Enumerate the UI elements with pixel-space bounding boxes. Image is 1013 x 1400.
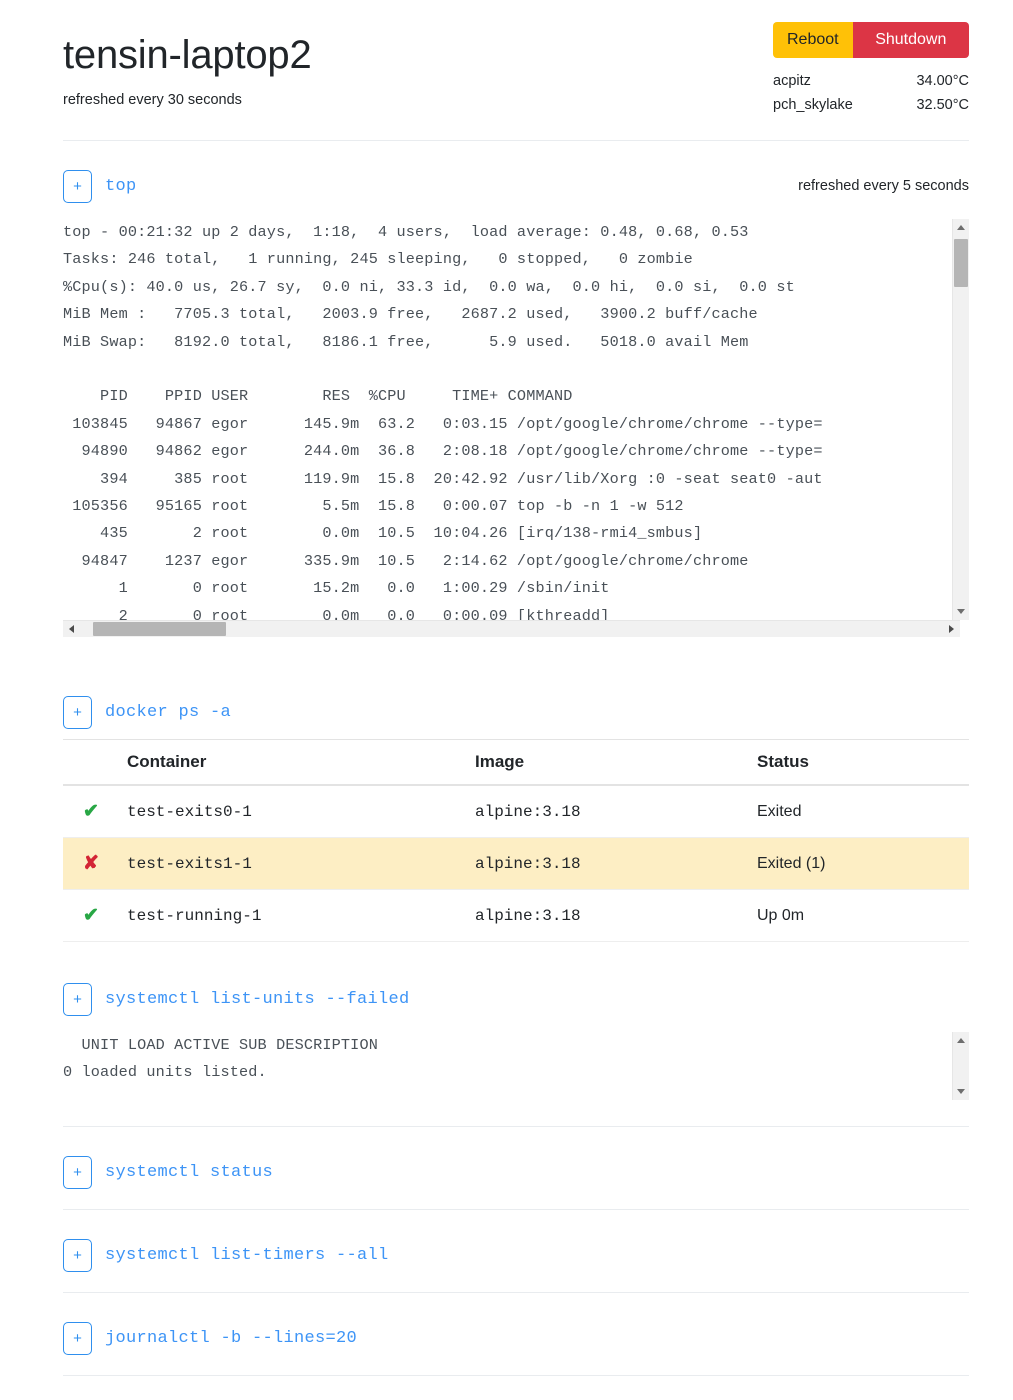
section-list-units-failed: + systemctl list-units --failed UNIT LOA… [0,954,1013,1100]
expand-toggle-docker[interactable]: + [63,695,92,729]
command-toggle-group-journalctl: + journalctl -b --lines=20 [63,1321,358,1355]
command-label-systemctl-status: systemctl status [105,1162,274,1182]
terminal-clip-list-units: UNIT LOAD ACTIVE SUB DESCRIPTION 0 loade… [63,1032,960,1100]
table-header-row: Container Image Status [63,739,969,786]
container-name-cell: test-exits0-1 [119,785,467,838]
power-button-group: Reboot Shutdown [773,22,969,59]
container-status-cell: Up 0m [749,889,969,942]
scroll-up-arrow-icon[interactable] [953,219,969,236]
page-header: tensin-laptop2 refreshed every 30 second… [0,0,1013,140]
terminal-output-pane-list-units[interactable]: UNIT LOAD ACTIVE SUB DESCRIPTION 0 loade… [63,1032,969,1100]
section-header-list-timers: + systemctl list-timers --all [63,1210,969,1278]
reboot-button[interactable]: Reboot [773,22,853,59]
vertical-scrollbar-list-units[interactable] [952,1032,969,1100]
command-toggle-group-top: + top [63,169,137,203]
command-toggle-group-list-timers: + systemctl list-timers --all [63,1238,389,1272]
command-toggle-group-docker: + docker ps -a [63,695,232,729]
terminal-text-list-units: UNIT LOAD ACTIVE SUB DESCRIPTION 0 loade… [63,1036,378,1082]
docker-container-table: Container Image Status ✔ test-exits0-1 a… [63,739,969,942]
expand-toggle-systemctl-status[interactable]: + [63,1155,92,1189]
command-toggle-group-list-units: + systemctl list-units --failed [63,982,410,1016]
status-mark-cell: ✔ [63,785,119,838]
section-header-list-units: + systemctl list-units --failed [63,954,969,1022]
command-label-journalctl: journalctl -b --lines=20 [105,1328,358,1348]
scroll-right-arrow-icon[interactable] [943,621,960,637]
section-header-docker: + docker ps -a [63,667,969,735]
section-systemctl-status: + systemctl status [0,1127,1013,1195]
column-header-state [63,739,119,786]
section-header-top: + top refreshed every 5 seconds [63,141,969,209]
expand-toggle-journalctl[interactable]: + [63,1321,92,1355]
expand-toggle-list-timers[interactable]: + [63,1238,92,1272]
sensor-value: 34.00°C [916,73,969,90]
status-mark-cell: ✘ [63,837,119,890]
check-icon: ✔ [83,801,99,822]
scroll-left-arrow-icon[interactable] [63,621,80,637]
sensor-value: 32.50°C [916,96,969,113]
container-image-cell: alpine:3.18 [467,785,749,838]
scroll-down-arrow-icon[interactable] [953,603,969,620]
horizontal-scroll-thumb[interactable] [93,622,226,636]
table-row[interactable]: ✔ test-running-1 alpine:3.18 Up 0m [63,889,969,942]
command-label-top: top [105,176,137,196]
vertical-scrollbar-top[interactable] [952,219,969,620]
container-status-cell: Exited (1) [749,837,969,890]
cross-icon: ✘ [83,853,99,874]
expand-toggle-list-units[interactable]: + [63,982,92,1016]
terminal-clip-top: top - 00:21:32 up 2 days, 1:18, 4 users,… [63,219,960,637]
horizontal-scrollbar-top[interactable] [63,620,960,637]
section-refresh-note-top: refreshed every 5 seconds [798,178,969,194]
section-divider-bottom [63,1375,969,1376]
table-row[interactable]: ✔ test-exits0-1 alpine:3.18 Exited [63,785,969,838]
sensor-row: acpitz 34.00°C [773,70,969,93]
dashboard-page: tensin-laptop2 refreshed every 30 second… [0,0,1013,1400]
section-docker: + docker ps -a Container Image Status ✔ [0,667,1013,942]
column-header-status: Status [749,739,969,786]
check-icon: ✔ [83,905,99,926]
container-name-cell: test-exits1-1 [119,837,467,890]
sensor-row: pch_skylake 32.50°C [773,94,969,117]
command-label-list-units: systemctl list-units --failed [105,989,410,1009]
sensor-name: acpitz [773,73,811,90]
sensor-temperature-list: acpitz 34.00°C pch_skylake 32.50°C [773,70,969,117]
table-row[interactable]: ✘ test-exits1-1 alpine:3.18 Exited (1) [63,837,969,890]
column-header-image: Image [467,739,749,786]
command-label-docker: docker ps -a [105,702,232,722]
vertical-scroll-thumb[interactable] [954,239,968,287]
expand-toggle-top[interactable]: + [63,169,92,203]
container-status-cell: Exited [749,785,969,838]
container-image-cell: alpine:3.18 [467,889,749,942]
container-name-cell: test-running-1 [119,889,467,942]
section-journalctl: + journalctl -b --lines=20 [0,1293,1013,1361]
status-mark-cell: ✔ [63,889,119,942]
header-right-panel: Reboot Shutdown acpitz 34.00°C pch_skyla… [773,22,969,117]
section-top: + top refreshed every 5 seconds top - 00… [0,141,1013,637]
command-toggle-group-systemctl-status: + systemctl status [63,1155,274,1189]
column-header-container: Container [119,739,467,786]
terminal-output-pane-top[interactable]: top - 00:21:32 up 2 days, 1:18, 4 users,… [63,219,969,637]
container-image-cell: alpine:3.18 [467,837,749,890]
command-label-list-timers: systemctl list-timers --all [105,1245,389,1265]
section-header-journalctl: + journalctl -b --lines=20 [63,1293,969,1361]
terminal-panel-top: top - 00:21:32 up 2 days, 1:18, 4 users,… [63,219,969,637]
shutdown-button[interactable]: Shutdown [852,22,969,59]
docker-table-wrap: Container Image Status ✔ test-exits0-1 a… [63,739,969,942]
terminal-panel-list-units: UNIT LOAD ACTIVE SUB DESCRIPTION 0 loade… [63,1032,969,1100]
scroll-up-arrow-icon[interactable] [953,1032,969,1049]
scroll-down-arrow-icon[interactable] [953,1083,969,1100]
section-list-timers: + systemctl list-timers --all [0,1210,1013,1278]
section-header-systemctl-status: + systemctl status [63,1127,969,1195]
terminal-text-top: top - 00:21:32 up 2 days, 1:18, 4 users,… [63,223,823,637]
sensor-name: pch_skylake [773,96,853,113]
